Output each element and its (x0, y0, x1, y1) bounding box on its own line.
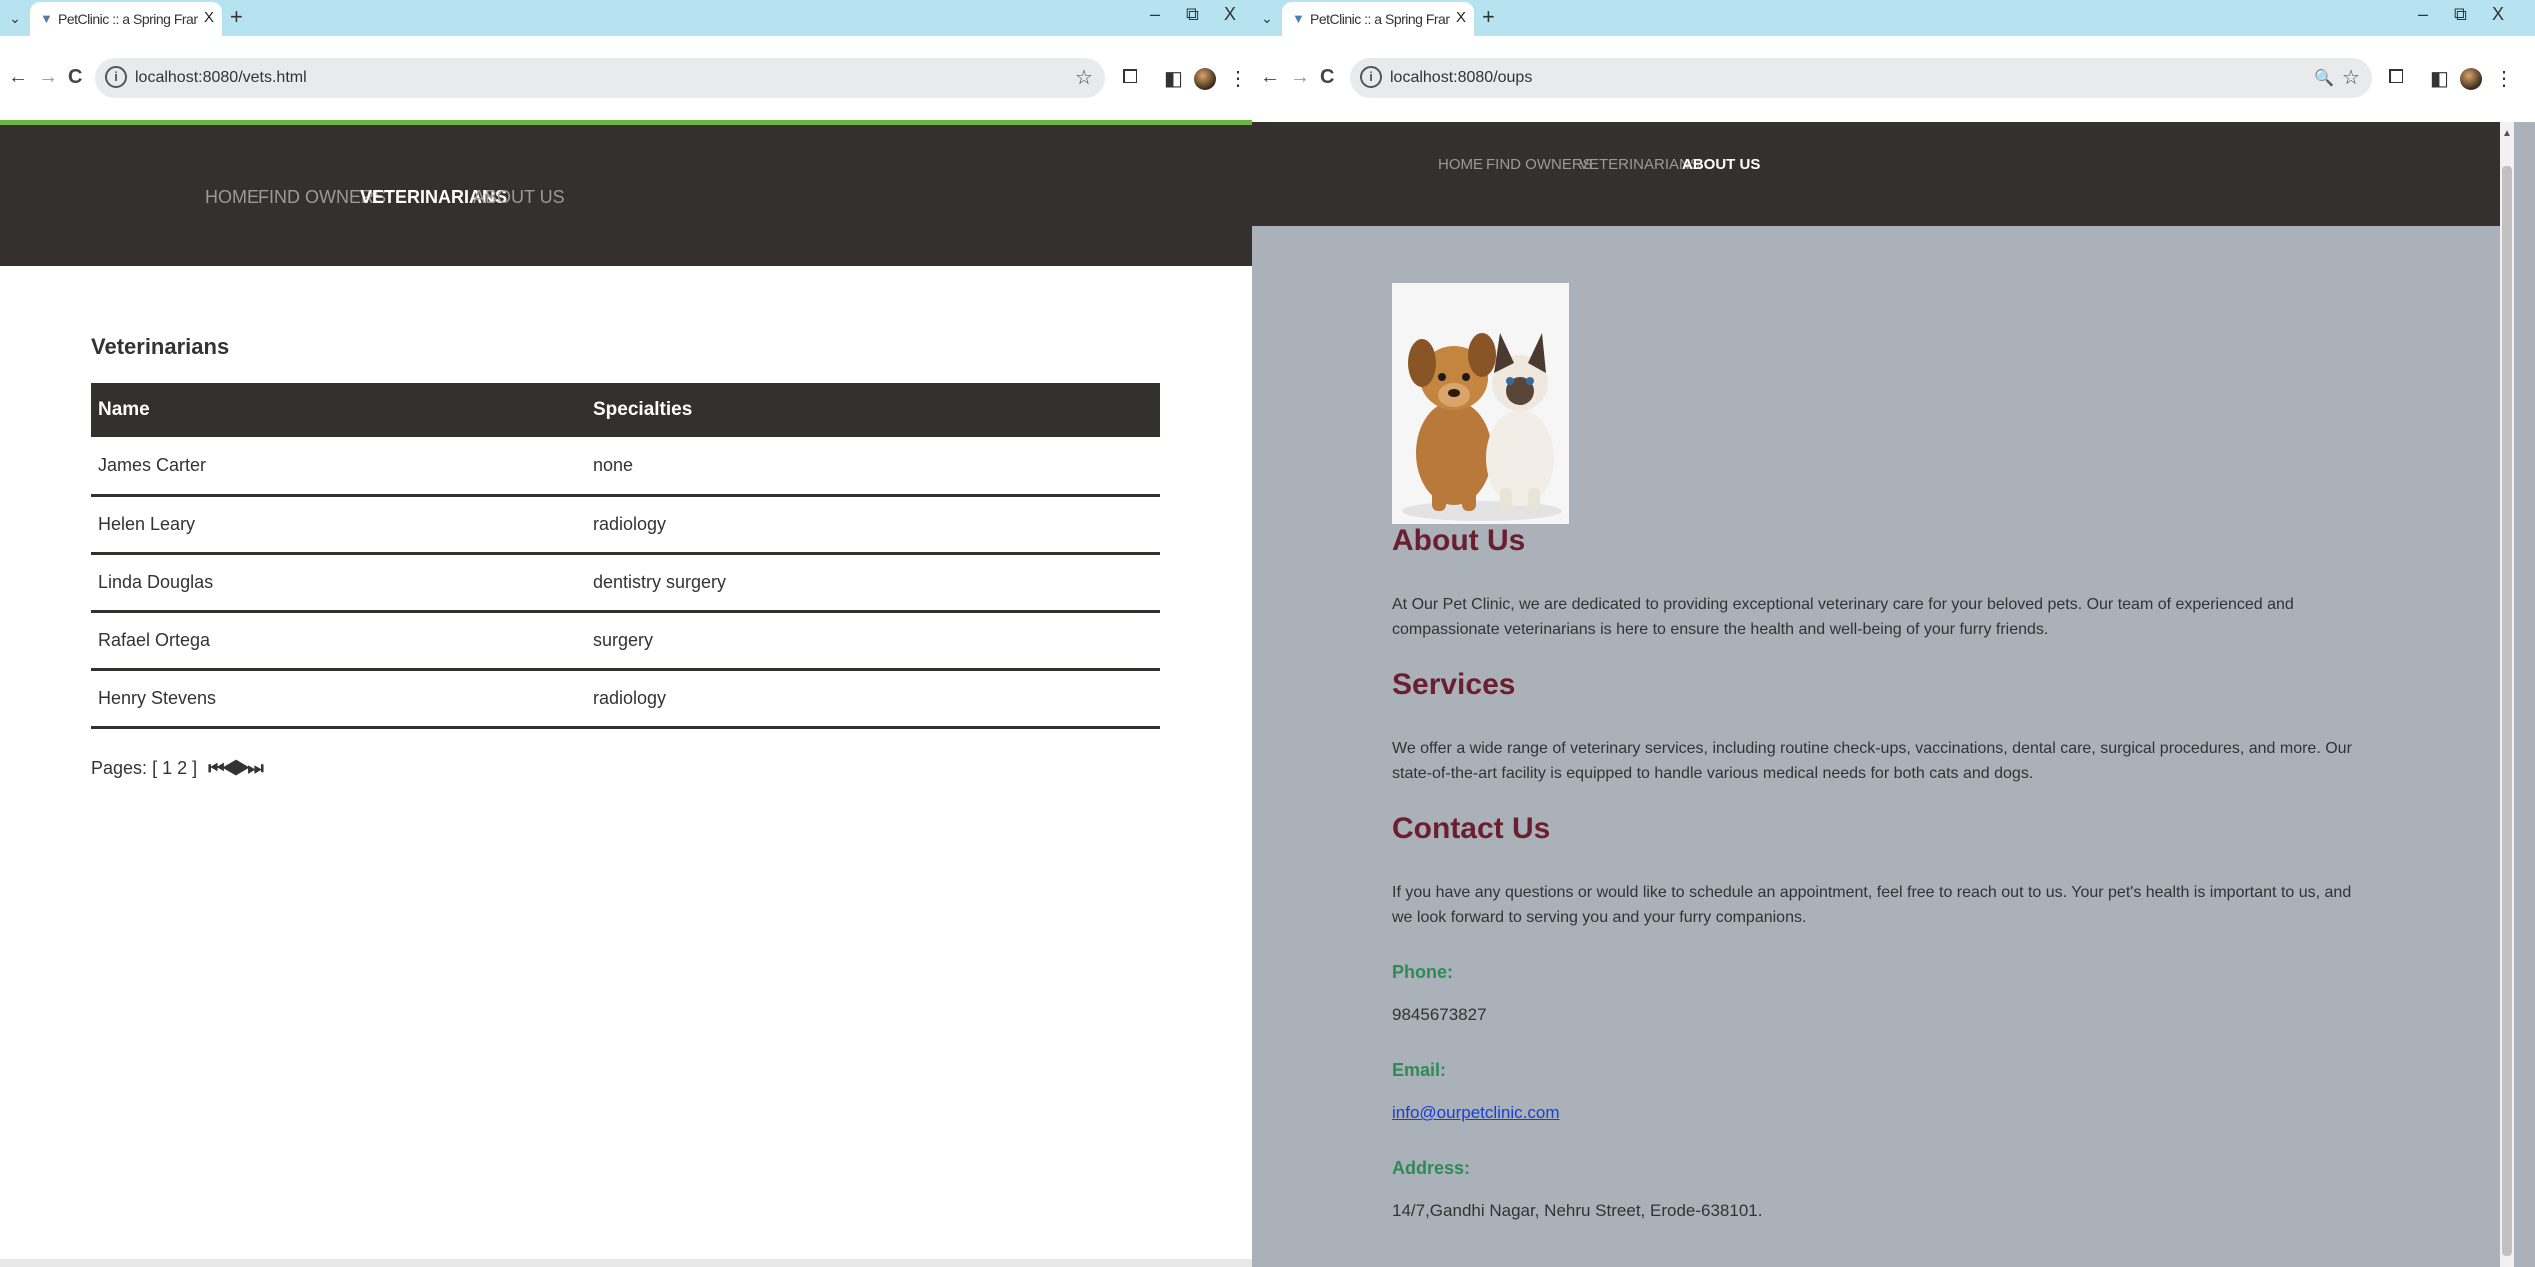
column-header-name: Name (91, 383, 586, 437)
zoom-icon[interactable]: 🔍 (2314, 68, 2334, 88)
pets-illustration (1392, 283, 1569, 524)
contact-us-heading: Contact Us (1392, 812, 1551, 845)
about-us-heading: About Us (1392, 524, 1526, 557)
email-link[interactable]: info@ourpetclinic.com (1392, 1103, 1560, 1123)
side-panel-icon[interactable]: ◧ (2430, 66, 2449, 91)
vet-name: Henry Stevens (91, 669, 586, 729)
reload-icon[interactable]: C (1320, 66, 1334, 89)
puppy-and-kitten-image (1392, 283, 1569, 524)
pager-label: Pages: (91, 758, 148, 778)
table-row: Linda Douglas dentistry surgery (91, 553, 1160, 613)
petclinic-favicon-icon: ▼ (1292, 11, 1305, 26)
vet-specialties: radiology (586, 669, 1160, 729)
forward-icon[interactable]: → (1290, 66, 1310, 89)
site-info-icon[interactable]: i (105, 66, 127, 88)
vet-name: Helen Leary (91, 495, 586, 555)
side-panel-icon[interactable]: ◧ (1164, 66, 1183, 91)
page-title: Veterinarians (91, 334, 230, 359)
site-navbar: HOME FIND OWNERS VETERINARIANS ABOUT US (0, 125, 1252, 266)
url-text[interactable]: localhost:8080/oups (1390, 69, 1532, 87)
tab-search-chevron-icon[interactable]: ⌄ (4, 6, 26, 30)
pager-nav-arrows-icon[interactable]: ⏮◀▶⏭ (208, 758, 263, 778)
services-heading: Services (1392, 668, 1516, 701)
pager-page-2-link[interactable]: 2 (177, 758, 187, 778)
table-row: James Carter none (91, 437, 1160, 497)
page-scrollbar[interactable]: ▲ (2500, 122, 2514, 1267)
services-text: We offer a wide range of veterinary serv… (1392, 740, 2352, 782)
browser-menu-icon[interactable]: ⋮ (2494, 66, 2514, 91)
nav-home[interactable]: HOME (205, 187, 259, 208)
minimize-icon[interactable]: – (2418, 4, 2428, 25)
tab-close-icon[interactable]: X (204, 9, 214, 26)
bookmark-star-icon[interactable]: ☆ (1075, 65, 1093, 90)
email-label: Email: (1392, 1060, 1447, 1080)
tab-strip: ⌄ ▼ PetClinic :: a Spring Framework X + … (1252, 0, 2535, 36)
close-window-icon[interactable]: X (2492, 4, 2504, 25)
site-info-icon[interactable]: i (1360, 66, 1382, 88)
vet-specialties: none (586, 437, 1160, 497)
pager-close-bracket: ] (192, 758, 198, 778)
address-label: Address: (1392, 1158, 1471, 1178)
address-bar[interactable]: i localhost:8080/vets.html ☆ (95, 58, 1105, 98)
vets-table: Name Specialties James Carter none Helen… (91, 383, 1160, 729)
phone-label: Phone: (1392, 962, 1453, 982)
restore-icon[interactable]: ⧉ (2454, 4, 2467, 25)
extensions-icon[interactable]: ⧠ (1122, 66, 1138, 89)
tab-title: PetClinic :: a Spring Framework (58, 11, 198, 27)
table-row: Rafael Ortega surgery (91, 611, 1160, 671)
url-text[interactable]: localhost:8080/vets.html (135, 69, 307, 87)
profile-avatar[interactable] (1194, 68, 1216, 90)
vet-name: James Carter (91, 437, 586, 497)
browser-toolbar: ← → C i localhost:8080/oups 🔍 ☆ ⧠ ◧ ⋮ (1252, 36, 2535, 122)
site-navbar: HOME FIND OWNERS VETERINARIANS ABOUT US (1252, 122, 2500, 226)
pager-page-1: 1 (162, 758, 173, 778)
tab-close-icon[interactable]: X (1456, 9, 1466, 26)
browser-toolbar: ← → C i localhost:8080/vets.html ☆ ⧠ ◧ ⋮ (0, 36, 1252, 122)
nav-home[interactable]: HOME (1438, 156, 1483, 173)
contact-us-text: If you have any questions or would like … (1392, 884, 2352, 926)
petclinic-favicon-icon: ▼ (40, 11, 53, 26)
vet-specialties: surgery (586, 611, 1160, 671)
new-tab-button[interactable]: + (1482, 4, 1495, 30)
address-value: 14/7,Gandhi Nagar, Nehru Street, Erode-6… (1392, 1201, 1763, 1220)
window-bottom-edge (0, 1259, 1252, 1267)
table-row: Helen Leary radiology (91, 495, 1160, 555)
extensions-icon[interactable]: ⧠ (2388, 66, 2404, 89)
vet-specialties: dentistry surgery (586, 553, 1160, 613)
vet-name: Linda Douglas (91, 553, 586, 613)
minimize-icon[interactable]: – (1150, 4, 1160, 25)
pager-open-bracket: [ (152, 758, 158, 778)
close-window-icon[interactable]: X (1224, 4, 1236, 25)
nav-find-owners[interactable]: FIND OWNERS (1486, 156, 1593, 173)
tab-strip: ⌄ ▼ PetClinic :: a Spring Framework X + … (0, 0, 1252, 36)
nav-about-us[interactable]: ABOUT US (473, 187, 565, 208)
phone-value: 9845673827 (1392, 1005, 1487, 1024)
tab-search-chevron-icon[interactable]: ⌄ (1256, 6, 1278, 30)
back-icon[interactable]: ← (1260, 66, 1280, 89)
address-bar[interactable]: i localhost:8080/oups 🔍 ☆ (1350, 58, 2372, 98)
vet-specialties: radiology (586, 495, 1160, 555)
left-browser-window: ⌄ ▼ PetClinic :: a Spring Framework X + … (0, 0, 1252, 1267)
tab-title: PetClinic :: a Spring Framework (1310, 11, 1450, 27)
table-header-row: Name Specialties (91, 383, 1160, 437)
scrollbar-thumb[interactable] (2502, 166, 2512, 1256)
bookmark-star-icon[interactable]: ☆ (2342, 65, 2360, 90)
pagination: Pages: [ 1 2 ] ⏮◀▶⏭ (91, 758, 264, 779)
forward-icon[interactable]: → (38, 66, 58, 89)
restore-icon[interactable]: ⧉ (1186, 4, 1199, 25)
browser-tab[interactable]: ▼ PetClinic :: a Spring Framework X (30, 2, 222, 36)
table-row: Henry Stevens radiology (91, 669, 1160, 729)
column-header-specialties: Specialties (586, 383, 1160, 437)
about-us-text: At Our Pet Clinic, we are dedicated to p… (1392, 596, 2294, 638)
vet-name: Rafael Ortega (91, 611, 586, 671)
nav-about-us[interactable]: ABOUT US (1682, 156, 1760, 173)
scroll-up-icon[interactable]: ▲ (2502, 128, 2512, 139)
reload-icon[interactable]: C (68, 66, 82, 89)
browser-tab[interactable]: ▼ PetClinic :: a Spring Framework X (1282, 2, 1474, 36)
profile-avatar[interactable] (2460, 68, 2482, 90)
back-icon[interactable]: ← (8, 66, 28, 89)
browser-menu-icon[interactable]: ⋮ (1228, 66, 1248, 91)
right-browser-window: ⌄ ▼ PetClinic :: a Spring Framework X + … (1252, 0, 2535, 1267)
new-tab-button[interactable]: + (230, 4, 243, 30)
